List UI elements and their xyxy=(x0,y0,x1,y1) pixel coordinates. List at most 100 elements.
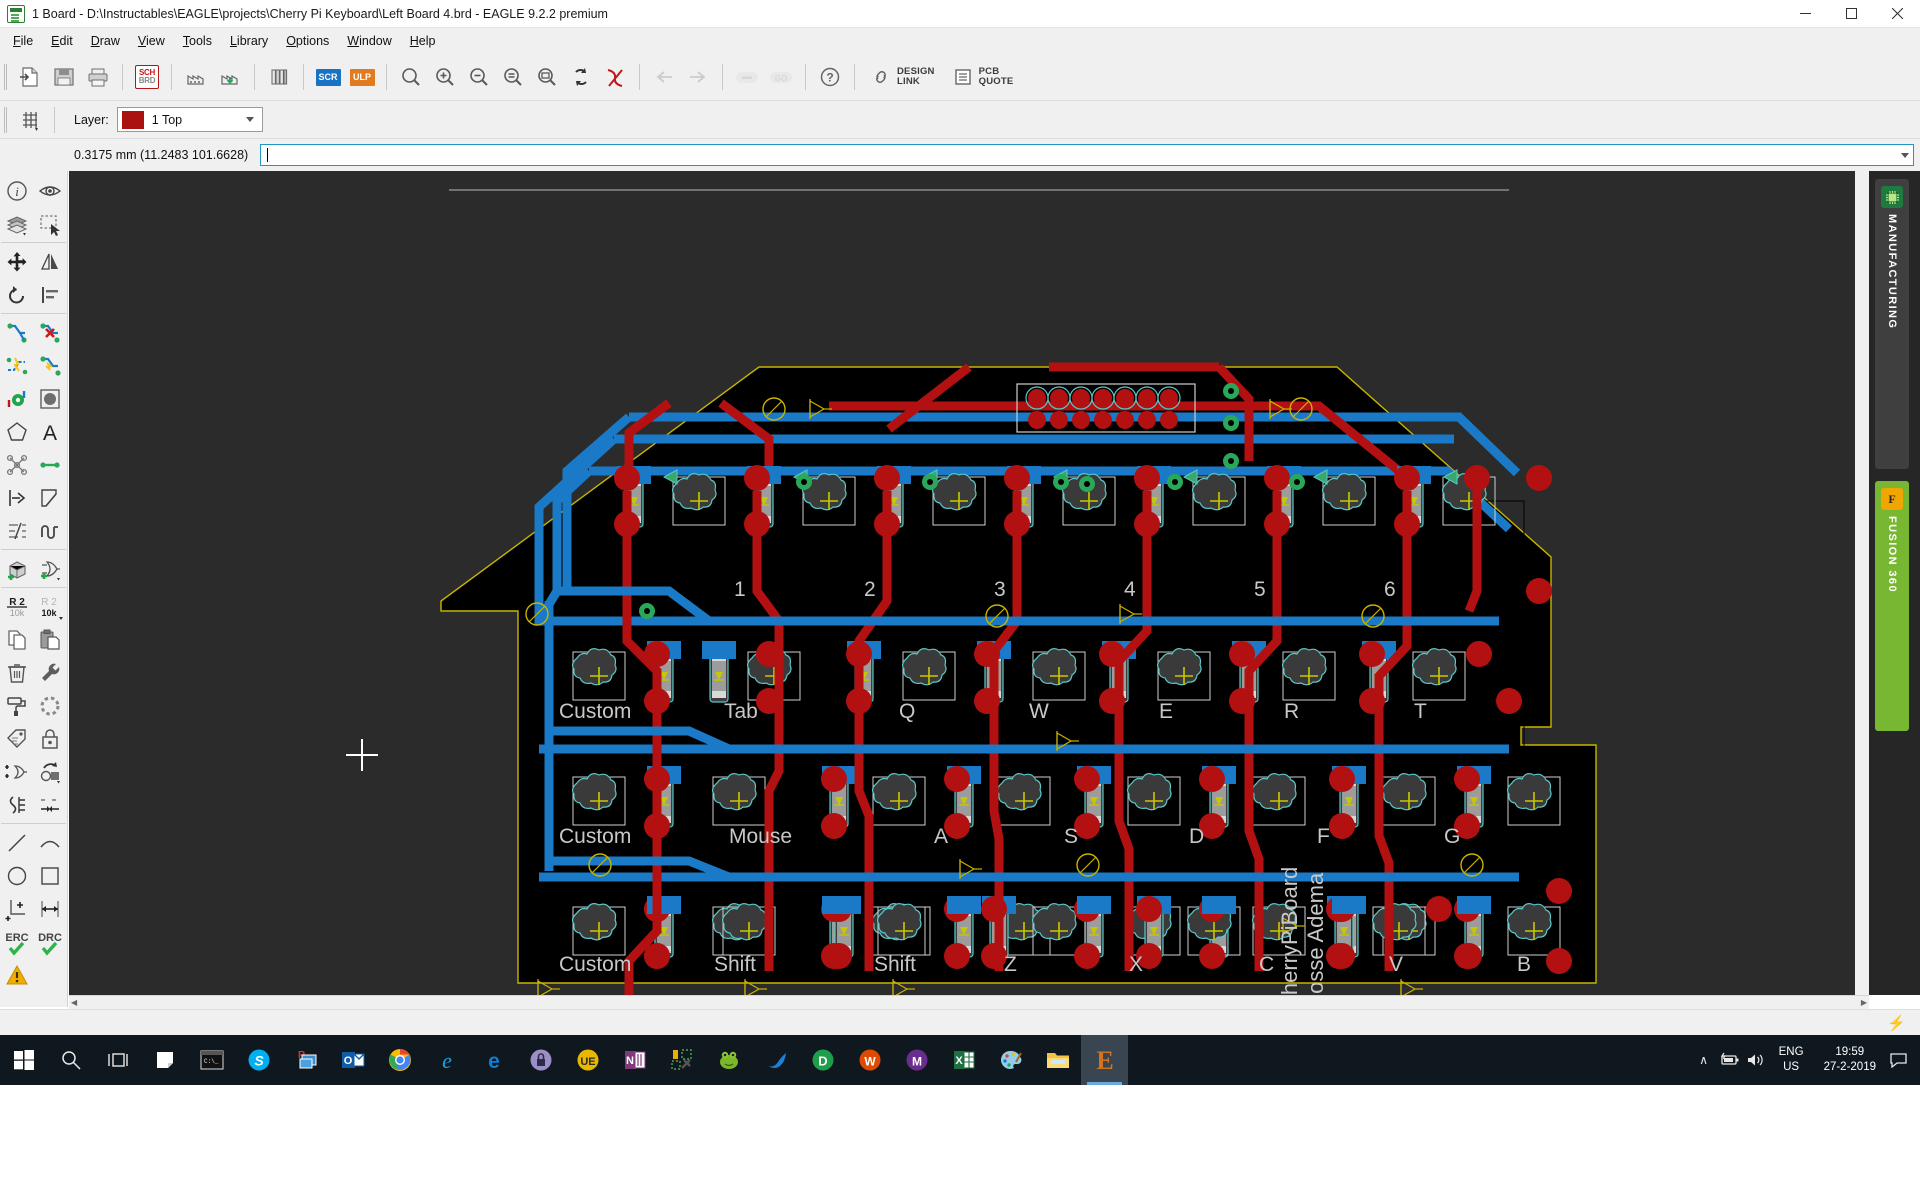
add-gate-tool[interactable] xyxy=(33,552,66,585)
replace-tool[interactable] xyxy=(33,755,66,788)
keepass-button[interactable] xyxy=(517,1035,564,1085)
start-button[interactable] xyxy=(0,1035,47,1085)
optimize-tool[interactable] xyxy=(33,689,66,722)
ratsnest-tool[interactable] xyxy=(33,349,66,382)
outlook-button[interactable]: O xyxy=(329,1035,376,1085)
paint-tool[interactable] xyxy=(0,689,33,722)
zoom-redraw-button[interactable] xyxy=(496,60,530,94)
undo-button[interactable] xyxy=(647,60,681,94)
polygon-tool[interactable] xyxy=(0,415,33,448)
erc-tool[interactable]: ERC xyxy=(0,925,33,958)
open-file-button[interactable] xyxy=(13,60,47,94)
dimension-arrows-tool[interactable] xyxy=(33,788,66,821)
language-indicator[interactable]: ENG US xyxy=(1769,1035,1814,1085)
align-tool[interactable] xyxy=(33,278,66,311)
eagle-button[interactable]: E xyxy=(1081,1035,1128,1085)
menu-tools[interactable]: Tools xyxy=(174,31,221,51)
excel-button[interactable]: X xyxy=(940,1035,987,1085)
pinswap-tool[interactable] xyxy=(0,788,33,821)
miter-tool[interactable] xyxy=(33,481,66,514)
scroll-right-arrow-icon[interactable]: ▶ xyxy=(1861,998,1867,1007)
refresh-button[interactable] xyxy=(564,60,598,94)
rectangle-tool[interactable] xyxy=(33,859,66,892)
menu-options[interactable]: Options xyxy=(277,31,338,51)
tools-button[interactable] xyxy=(658,1035,705,1085)
fusion-360-tab[interactable]: F FUSION 360 xyxy=(1875,481,1909,731)
value-tool[interactable]: R 210k xyxy=(33,590,66,623)
chrome-button[interactable] xyxy=(376,1035,423,1085)
m-app-button[interactable]: M xyxy=(893,1035,940,1085)
file-explorer-button[interactable] xyxy=(1034,1035,1081,1085)
command-prompt-button[interactable]: C:\_ xyxy=(188,1035,235,1085)
grid-button[interactable] xyxy=(13,103,47,137)
delete-tool[interactable] xyxy=(0,656,33,689)
search-button[interactable] xyxy=(47,1035,94,1085)
notification-icon[interactable] xyxy=(1886,1035,1912,1085)
tray-chevron-up-icon[interactable]: ∧ xyxy=(1691,1035,1717,1085)
cam-processor-button[interactable] xyxy=(179,60,213,94)
smash-tool[interactable] xyxy=(0,722,33,755)
menu-edit[interactable]: Edit xyxy=(42,31,82,51)
frog-app-button[interactable] xyxy=(705,1035,752,1085)
zoom-out-button[interactable] xyxy=(462,60,496,94)
remote-desktop-button[interactable]: R xyxy=(282,1035,329,1085)
dolphin-button[interactable] xyxy=(752,1035,799,1085)
ultraedit-button[interactable]: UE xyxy=(564,1035,611,1085)
errors-tool[interactable] xyxy=(0,958,33,991)
redo-button[interactable] xyxy=(681,60,715,94)
edge-button[interactable]: e xyxy=(470,1035,517,1085)
zoom-in-button[interactable] xyxy=(428,60,462,94)
via-tool[interactable] xyxy=(0,382,33,415)
save-button[interactable] xyxy=(47,60,81,94)
display-layers-tool[interactable] xyxy=(0,207,33,240)
autoroute-tool[interactable] xyxy=(0,349,33,382)
switch-to-schematic-button[interactable]: SCH BRD xyxy=(130,60,164,94)
menu-window[interactable]: Window xyxy=(338,31,400,51)
canvas-vertical-scrollbar[interactable] xyxy=(1855,171,1869,995)
dimension-tool[interactable] xyxy=(33,892,66,925)
paint-button[interactable] xyxy=(987,1035,1034,1085)
menu-file[interactable]: File xyxy=(4,31,42,51)
onenote-button[interactable]: N xyxy=(611,1035,658,1085)
line-tool[interactable] xyxy=(0,826,33,859)
speaker-icon[interactable] xyxy=(1743,1035,1769,1085)
group-tool[interactable] xyxy=(33,207,66,240)
go-button[interactable]: GO xyxy=(764,60,798,94)
menu-draw[interactable]: Draw xyxy=(82,31,129,51)
run-ulp-button[interactable]: ULP xyxy=(345,60,379,94)
rotate-tool[interactable] xyxy=(0,278,33,311)
ripup-tool[interactable] xyxy=(33,316,66,349)
hole-tool[interactable] xyxy=(0,892,33,925)
move-tool[interactable] xyxy=(0,245,33,278)
route-tool[interactable] xyxy=(0,316,33,349)
copy-tool[interactable] xyxy=(0,623,33,656)
menu-view[interactable]: View xyxy=(129,31,174,51)
canvas-horizontal-scrollbar[interactable]: ◀ ▶ xyxy=(69,995,1869,1009)
split-tool[interactable] xyxy=(0,481,33,514)
w-app-button[interactable]: W xyxy=(846,1035,893,1085)
polygon-fill-tool[interactable] xyxy=(33,382,66,415)
replicate-gate-tool[interactable] xyxy=(0,755,33,788)
meander-tool[interactable] xyxy=(33,514,66,547)
text-tool[interactable]: A xyxy=(33,415,66,448)
name-tool[interactable]: R 210k xyxy=(0,590,33,623)
toolbar-grip[interactable] xyxy=(4,64,7,90)
layer-toolbar-grip[interactable] xyxy=(4,107,7,133)
run-script-button[interactable]: SCR xyxy=(311,60,345,94)
mirror-tool[interactable] xyxy=(33,245,66,278)
change-tool[interactable] xyxy=(0,514,33,547)
skype-button[interactable]: S xyxy=(235,1035,282,1085)
zoom-fit-button[interactable] xyxy=(394,60,428,94)
menu-help[interactable]: Help xyxy=(401,31,445,51)
scroll-left-arrow-icon[interactable]: ◀ xyxy=(71,998,77,1007)
undo-history-button[interactable] xyxy=(730,60,764,94)
library-manager-button[interactable] xyxy=(262,60,296,94)
close-button[interactable] xyxy=(1874,0,1920,28)
design-link-button[interactable]: DESIGN LINK xyxy=(862,60,944,94)
drc-tool[interactable]: DRC xyxy=(33,925,66,958)
zoom-select-button[interactable] xyxy=(530,60,564,94)
lock-tool[interactable] xyxy=(33,722,66,755)
task-view-button[interactable] xyxy=(94,1035,141,1085)
manufacturing-download-button[interactable] xyxy=(213,60,247,94)
info-tool[interactable]: i xyxy=(0,174,33,207)
